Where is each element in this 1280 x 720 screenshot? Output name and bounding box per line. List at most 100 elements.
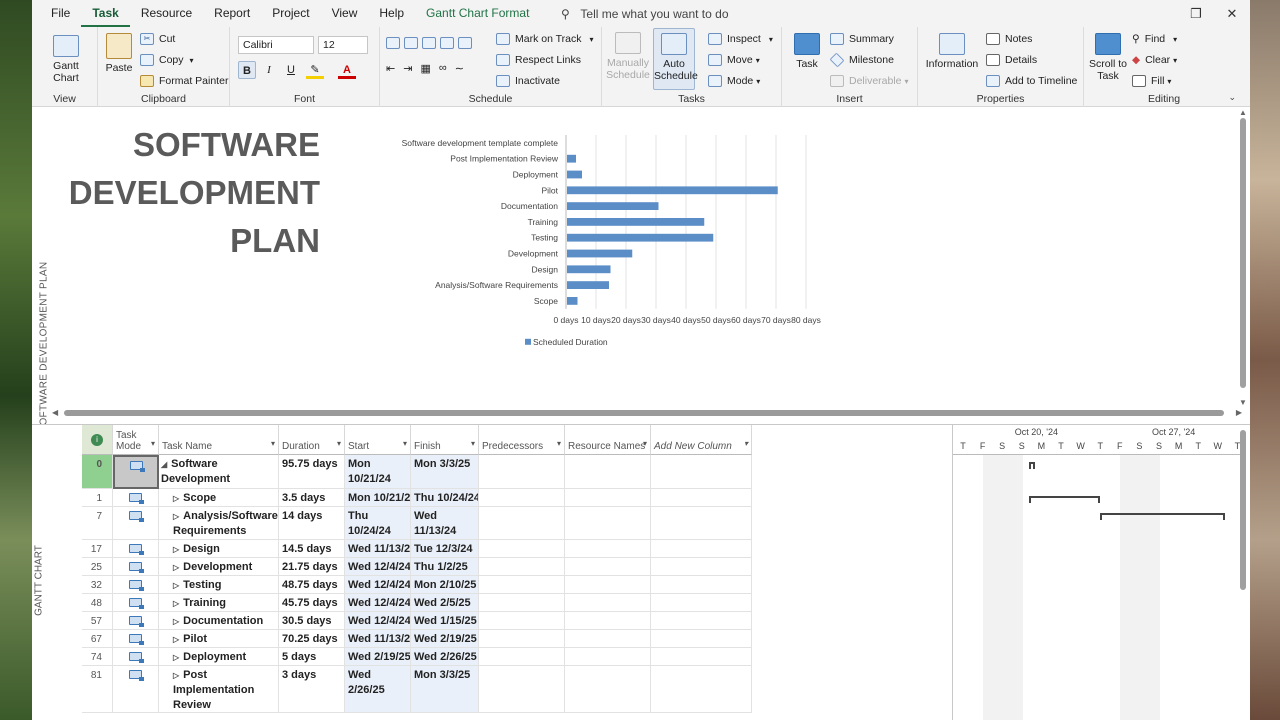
duration-cell[interactable]: 70.25 days [279, 630, 345, 648]
duration-cell[interactable]: 21.75 days [279, 558, 345, 576]
duration-bar-chart[interactable]: 0 days 10 days 20 days 30 days 40 days 50 day… [342, 127, 842, 367]
duration-cell[interactable]: 3 days [279, 666, 345, 713]
split-task-icon[interactable]: ▦ [420, 62, 430, 75]
finish-cell[interactable]: Wed 2/26/25 [411, 648, 479, 666]
column-header-predecessors[interactable]: Predecessors ▾ [479, 425, 565, 455]
tab-resource[interactable]: Resource [130, 0, 203, 27]
start-cell[interactable]: Thu 10/24/24 [345, 507, 411, 540]
finish-cell[interactable]: Thu 1/2/25 [411, 558, 479, 576]
duration-cell[interactable]: 14.5 days [279, 540, 345, 558]
percent-100-icon[interactable] [458, 37, 472, 49]
expand-icon[interactable]: ▷ [173, 545, 179, 554]
predecessors-cell[interactable] [479, 540, 565, 558]
clear-button[interactable]: ◆ Clear ▾ [1132, 54, 1177, 66]
information-button[interactable]: Information [922, 33, 982, 70]
link-tasks-icon[interactable]: ∞ [439, 62, 447, 75]
task-mode-cell[interactable] [113, 558, 159, 576]
finish-cell[interactable]: Wed 2/5/25 [411, 594, 479, 612]
insert-task-button[interactable]: Task [788, 33, 826, 70]
resource-names-cell[interactable] [565, 558, 651, 576]
task-name-cell[interactable]: ◢ Software Development [159, 455, 279, 489]
copy-button[interactable]: Copy ▾ [140, 54, 194, 66]
notes-button[interactable]: Notes [986, 33, 1032, 45]
details-button[interactable]: Details [986, 54, 1037, 66]
resource-names-cell[interactable] [565, 576, 651, 594]
percent-75-icon[interactable] [440, 37, 454, 49]
add-column-cell[interactable] [651, 630, 752, 648]
row-id-cell[interactable]: 1 [82, 489, 113, 507]
finish-cell[interactable]: Wed 2/19/25 [411, 630, 479, 648]
expand-icon[interactable]: ▷ [173, 494, 179, 503]
task-mode-cell[interactable] [113, 576, 159, 594]
duration-cell[interactable]: 3.5 days [279, 489, 345, 507]
tab-file[interactable]: File [40, 0, 81, 27]
resource-names-cell[interactable] [565, 489, 651, 507]
add-column-cell[interactable] [651, 594, 752, 612]
expand-icon[interactable]: ▷ [173, 617, 179, 626]
task-name-cell[interactable]: ▷ Deployment [159, 648, 279, 666]
add-to-timeline-button[interactable]: Add to Timeline [986, 75, 1077, 87]
add-column-cell[interactable] [651, 576, 752, 594]
add-column-cell[interactable] [651, 455, 752, 489]
finish-cell[interactable]: Mon 3/3/25 [411, 455, 479, 489]
predecessors-cell[interactable] [479, 612, 565, 630]
finish-cell[interactable]: Mon 2/10/25 [411, 576, 479, 594]
underline-button[interactable]: U [282, 61, 300, 79]
percent-0-icon[interactable] [386, 37, 400, 49]
move-button[interactable]: Move ▾ [708, 54, 760, 66]
italic-button[interactable]: I [260, 61, 278, 79]
row-id-cell[interactable]: 74 [82, 648, 113, 666]
resource-names-cell[interactable] [565, 455, 651, 489]
scroll-to-task-button[interactable]: Scroll to Task [1088, 33, 1128, 82]
tab-help[interactable]: Help [368, 0, 415, 27]
collapse-ribbon-icon[interactable]: ⌄ [1228, 92, 1236, 103]
tab-gantt-chart-format[interactable]: Gantt Chart Format [415, 0, 540, 27]
finish-cell[interactable]: Wed 11/13/24 [411, 507, 479, 540]
task-name-cell[interactable]: ▷ Scope [159, 489, 279, 507]
start-cell[interactable]: Mon 10/21/24 [345, 489, 411, 507]
task-mode-cell[interactable] [113, 594, 159, 612]
task-name-cell[interactable]: ▷ Analysis/Software Requirements [159, 507, 279, 540]
add-column-cell[interactable] [651, 648, 752, 666]
tab-report[interactable]: Report [203, 0, 261, 27]
start-cell[interactable]: Mon 10/21/24 [345, 455, 411, 489]
percent-50-icon[interactable] [422, 37, 436, 49]
column-header-finish[interactable]: Finish ▾ [411, 425, 479, 455]
duration-cell[interactable]: 45.75 days [279, 594, 345, 612]
task-mode-cell[interactable] [113, 489, 159, 507]
row-id-cell[interactable]: 0 [82, 455, 113, 489]
font-color-button[interactable]: A [338, 61, 356, 79]
task-mode-cell[interactable] [113, 540, 159, 558]
cut-button[interactable]: ✂ Cut [140, 33, 175, 45]
report-horizontal-scrollbar[interactable]: ◀ ▶ [52, 407, 1242, 419]
resource-names-cell[interactable] [565, 540, 651, 558]
duration-cell[interactable]: 5 days [279, 648, 345, 666]
predecessors-cell[interactable] [479, 455, 565, 489]
start-cell[interactable]: Wed 12/4/24 [345, 594, 411, 612]
resource-names-cell[interactable] [565, 630, 651, 648]
start-cell[interactable]: Wed 2/19/25 [345, 648, 411, 666]
resource-names-cell[interactable] [565, 666, 651, 713]
task-name-cell[interactable]: ▷ Pilot [159, 630, 279, 648]
predecessors-cell[interactable] [479, 666, 565, 713]
summary-button[interactable]: Summary [830, 33, 894, 45]
gantt-chart-button[interactable]: Gantt Chart [40, 35, 92, 84]
expand-icon[interactable]: ▷ [173, 563, 179, 572]
task-name-cell[interactable]: ▷ Design [159, 540, 279, 558]
row-id-cell[interactable]: 81 [82, 666, 113, 713]
scroll-left-icon[interactable]: ◀ [52, 408, 58, 417]
add-column-cell[interactable] [651, 558, 752, 576]
tell-me-search[interactable]: ⚲ Tell me what you want to do [558, 7, 728, 21]
finish-cell[interactable]: Thu 10/24/24 [411, 489, 479, 507]
scrollbar-thumb[interactable] [1240, 118, 1246, 388]
expand-icon[interactable]: ▷ [173, 581, 179, 590]
deliverable-button[interactable]: Deliverable ▾ [830, 75, 909, 87]
resource-names-cell[interactable] [565, 507, 651, 540]
gantt-summary-bar[interactable] [1029, 496, 1100, 503]
finish-cell[interactable]: Mon 3/3/25 [411, 666, 479, 713]
tab-view[interactable]: View [321, 0, 369, 27]
row-id-cell[interactable]: 67 [82, 630, 113, 648]
tab-project[interactable]: Project [261, 0, 320, 27]
format-painter-button[interactable]: Format Painter [140, 75, 228, 87]
expand-icon[interactable]: ▷ [173, 635, 179, 644]
